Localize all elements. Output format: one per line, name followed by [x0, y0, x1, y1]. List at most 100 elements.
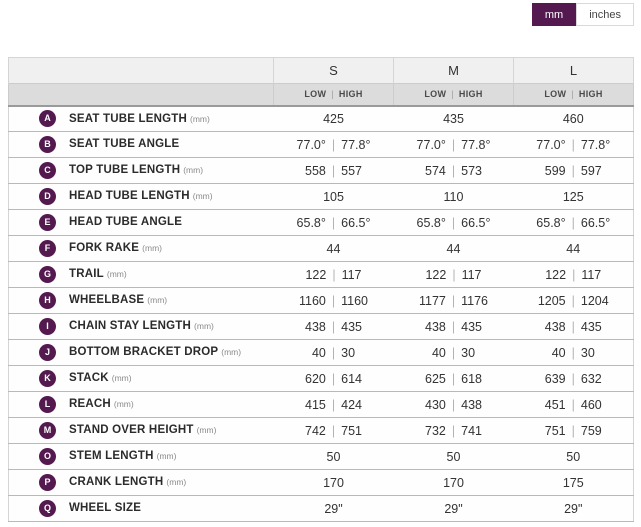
measurement-label: STEM LENGTH: [69, 450, 154, 462]
table-row: GTRAIL(mm)122|117122|117122|117: [9, 262, 634, 288]
measurement-value-cell: 620|614: [274, 366, 394, 392]
high-value: 460: [581, 398, 602, 412]
low-value: 65.8°: [536, 216, 565, 230]
high-value: 77.8°: [581, 138, 610, 152]
single-value: 44: [447, 242, 461, 256]
measurement-label: SEAT TUBE LENGTH: [69, 113, 187, 125]
measurement-value-cell: 639|632: [514, 366, 634, 392]
measurement-value-cell: 460: [514, 106, 634, 132]
measurement-label-cell: CTOP TUBE LENGTH(mm): [9, 158, 274, 184]
single-value: 50: [327, 450, 341, 464]
table-row: MSTAND OVER HEIGHT(mm)742|751732|741751|…: [9, 418, 634, 444]
low-label: LOW: [544, 89, 566, 99]
measurement-label-cell: ICHAIN STAY LENGTH(mm): [9, 314, 274, 340]
measurement-letter-badge: I: [39, 318, 56, 335]
value-separator: |: [566, 320, 581, 334]
measurement-label: FORK RAKE: [69, 242, 139, 254]
high-value: 117: [462, 268, 482, 282]
measurement-label-cell: DHEAD TUBE LENGTH(mm): [9, 184, 274, 210]
high-value: 66.5°: [581, 216, 610, 230]
single-value: 175: [563, 476, 584, 490]
value-separator: |: [326, 138, 341, 152]
high-value: 557: [341, 164, 362, 178]
measurement-label: HEAD TUBE LENGTH: [69, 190, 190, 202]
size-header-spacer: [9, 58, 274, 84]
low-high-separator: |: [446, 89, 459, 99]
table-row: OSTEM LENGTH(mm)505050: [9, 444, 634, 470]
low-value: 732: [425, 424, 446, 438]
measurement-label-cell: OSTEM LENGTH(mm): [9, 444, 274, 470]
measurement-unit: (mm): [166, 477, 186, 487]
measurement-value-cell: 77.0°|77.8°: [514, 132, 634, 158]
measurement-value-cell: 451|460: [514, 392, 634, 418]
high-label: HIGH: [339, 89, 363, 99]
measurement-letter-badge: J: [39, 344, 56, 361]
measurement-value-cell: 732|741: [394, 418, 514, 444]
single-value: 44: [566, 242, 580, 256]
value-separator: |: [446, 138, 461, 152]
measurement-value-cell: 40|30: [514, 340, 634, 366]
single-value: 170: [443, 476, 464, 490]
measurement-value-cell: 125: [514, 184, 634, 210]
value-separator: |: [326, 346, 341, 360]
low-value: 40: [312, 346, 326, 360]
measurement-value-cell: 40|30: [274, 340, 394, 366]
measurement-label-cell: GTRAIL(mm): [9, 262, 274, 288]
measurement-value-cell: 77.0°|77.8°: [274, 132, 394, 158]
value-separator: |: [446, 398, 461, 412]
measurement-label-cell: Q WHEEL SIZE: [9, 496, 274, 522]
table-row: CTOP TUBE LENGTH(mm)558|557574|573599|59…: [9, 158, 634, 184]
measurement-unit: (mm): [157, 451, 177, 461]
unit-toggle-mm-button[interactable]: mm: [532, 3, 576, 26]
measurement-value-cell: 1205|1204: [514, 288, 634, 314]
measurement-label-cell: BSEAT TUBE ANGLE: [9, 132, 274, 158]
low-high-header-cell: LOW|HIGH: [274, 84, 394, 106]
low-label: LOW: [304, 89, 326, 99]
single-value: 170: [323, 476, 344, 490]
low-value: 451: [545, 398, 566, 412]
measurement-value-cell: 122|117: [274, 262, 394, 288]
measurement-value-cell: 1177|1176: [394, 288, 514, 314]
size-header-s: S: [274, 58, 394, 84]
high-value: 77.8°: [461, 138, 490, 152]
measurement-label: BOTTOM BRACKET DROP: [69, 346, 218, 358]
low-label: LOW: [424, 89, 446, 99]
measurement-value-cell: 65.8°|66.5°: [394, 210, 514, 236]
measurement-value-cell: 122|117: [394, 262, 514, 288]
measurement-value-cell: 50: [394, 444, 514, 470]
measurement-value-cell: 105: [274, 184, 394, 210]
table-row: FFORK RAKE(mm)444444: [9, 236, 634, 262]
high-value: 117: [581, 268, 601, 282]
low-high-header-cell: LOW|HIGH: [394, 84, 514, 106]
single-value: 29": [324, 502, 342, 516]
measurement-letter-badge: E: [39, 214, 56, 231]
low-high-separator: |: [566, 89, 579, 99]
unit-toggle-inches-button[interactable]: inches: [576, 3, 634, 26]
table-row: HWHEELBASE(mm)1160|11601177|11761205|120…: [9, 288, 634, 314]
low-value: 65.8°: [297, 216, 326, 230]
single-value: 125: [563, 190, 584, 204]
single-value: 110: [444, 190, 464, 204]
value-separator: |: [566, 216, 581, 230]
measurement-value-cell: 65.8°|66.5°: [514, 210, 634, 236]
measurement-unit: (mm): [194, 321, 214, 331]
geometry-table: S M L LOW|HIGHLOW|HIGHLOW|HIGH ASEAT TUB…: [8, 57, 634, 522]
measurement-label-cell: E HEAD TUBE ANGLE: [9, 210, 274, 236]
high-value: 759: [581, 424, 602, 438]
measurement-letter-badge: L: [39, 396, 56, 413]
low-value: 1205: [538, 294, 566, 308]
measurement-unit: (mm): [183, 165, 203, 175]
measurement-label: HEAD TUBE ANGLE: [69, 216, 182, 228]
value-separator: |: [566, 346, 581, 360]
value-separator: |: [446, 424, 461, 438]
geometry-table-body: ASEAT TUBE LENGTH(mm)425435460BSEAT TUBE…: [9, 106, 634, 522]
single-value: 29": [444, 502, 462, 516]
value-separator: |: [446, 294, 461, 308]
measurement-label: WHEEL SIZE: [69, 502, 141, 514]
measurement-letter-badge: D: [39, 188, 56, 205]
value-separator: |: [566, 398, 581, 412]
measurement-value-cell: 574|573: [394, 158, 514, 184]
measurement-letter-badge: Q: [39, 500, 56, 517]
measurement-value-cell: 742|751: [274, 418, 394, 444]
value-separator: |: [446, 164, 461, 178]
